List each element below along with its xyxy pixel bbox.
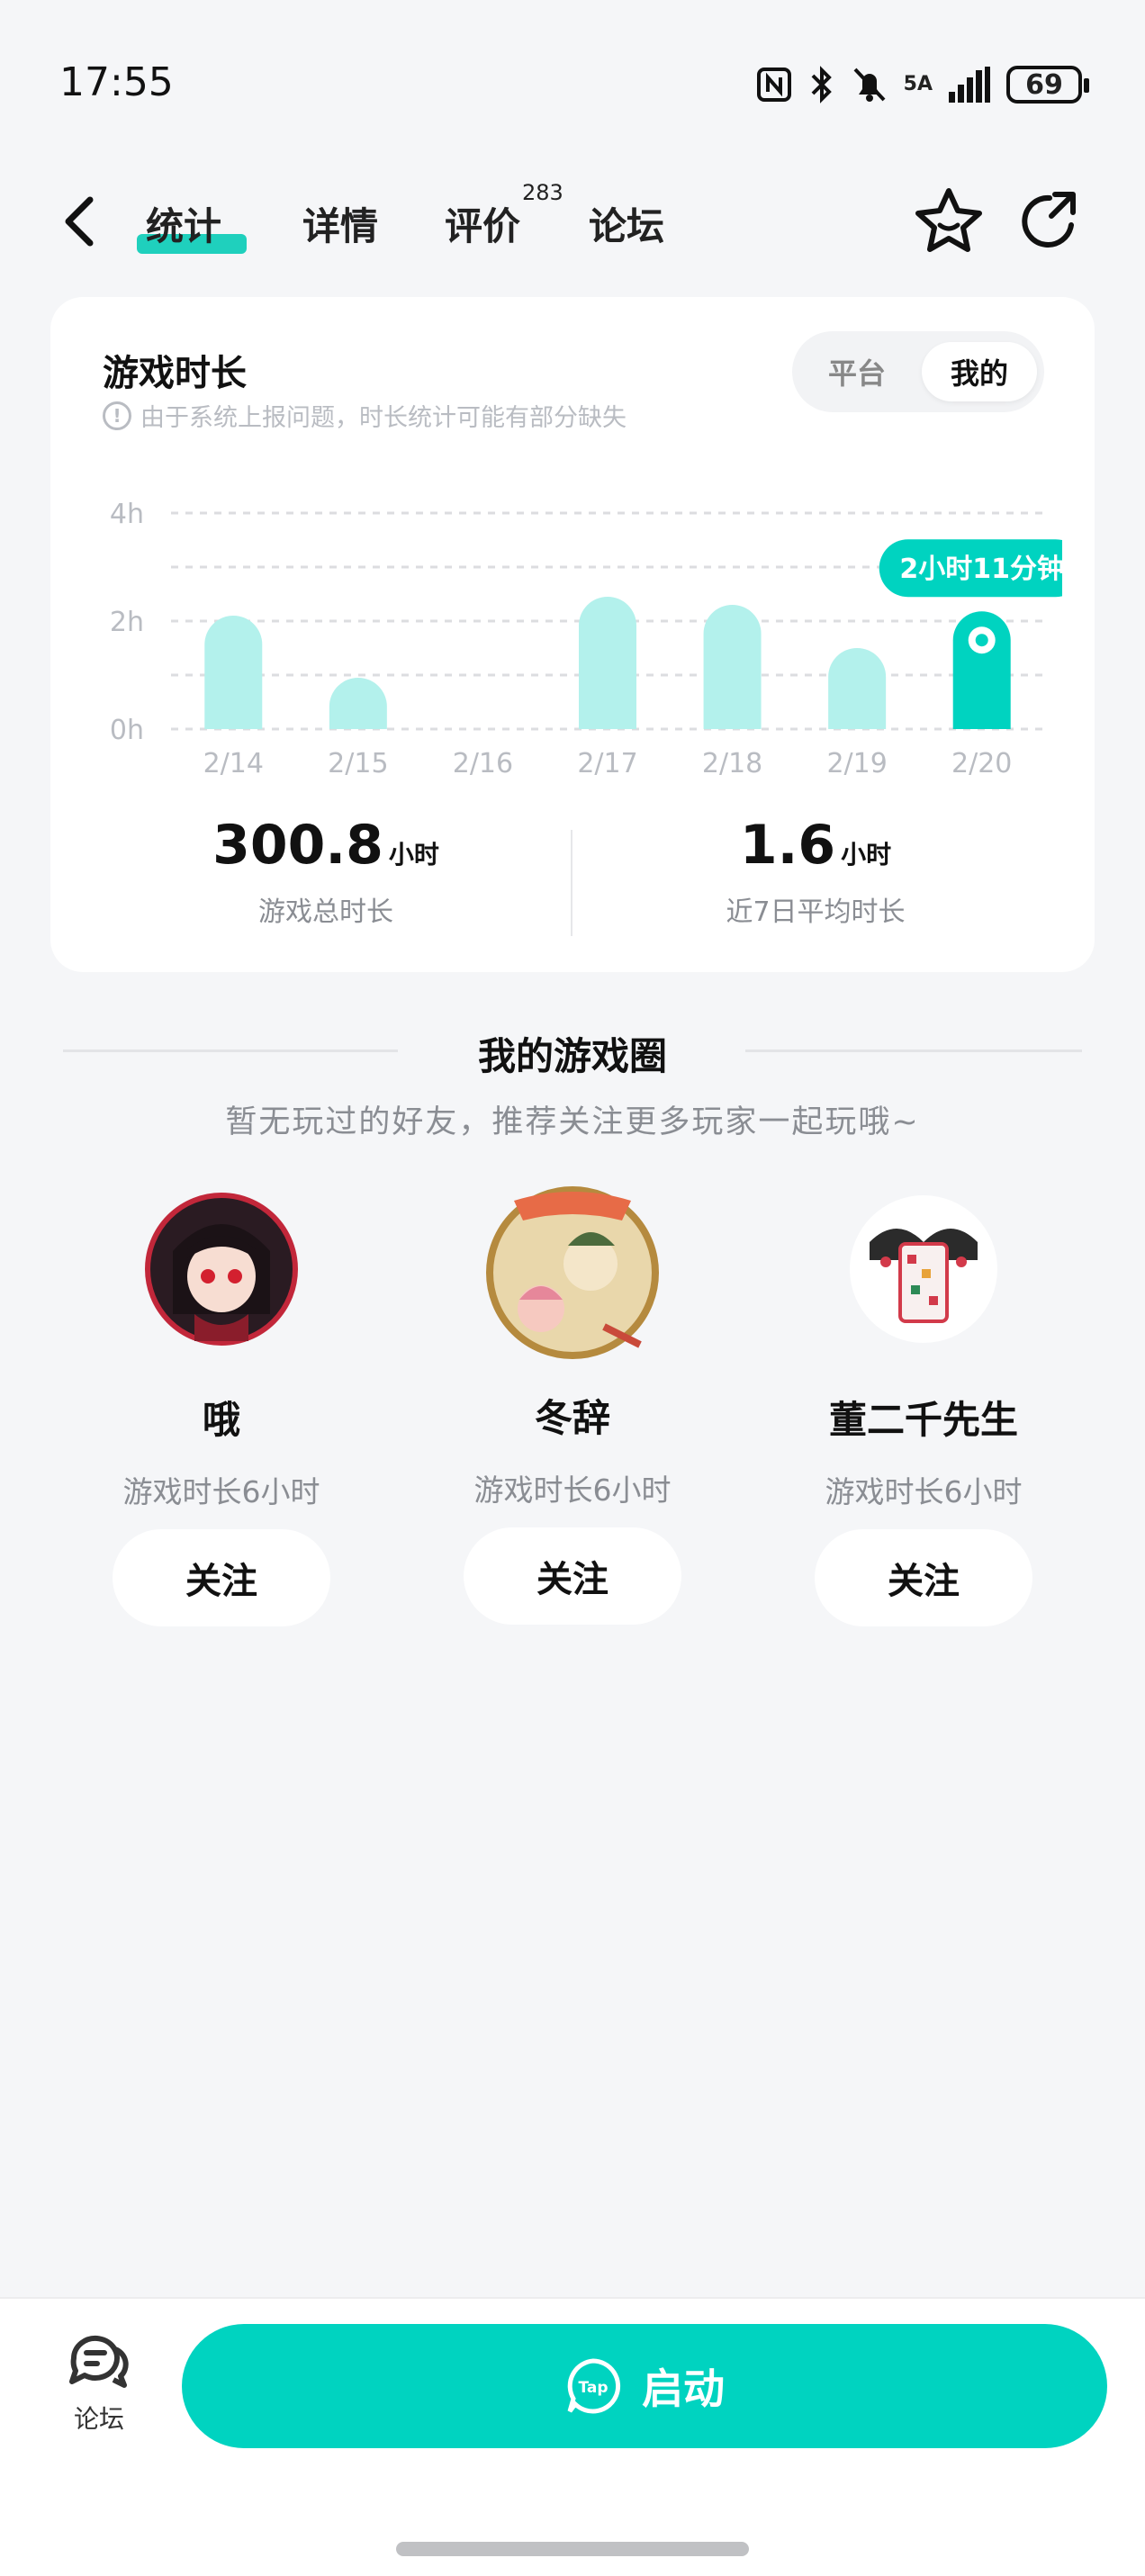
y-tick-label: 0h	[110, 715, 144, 746]
stat-total-label: 游戏总时长	[258, 896, 393, 928]
chart-bar[interactable]	[204, 616, 263, 729]
chart-tooltip-label: 2小时11分钟	[899, 554, 1062, 585]
taptap-logo-text: Tap	[578, 2379, 608, 2397]
back-icon	[65, 196, 94, 247]
bluetooth-icon	[811, 66, 832, 104]
chart-bar[interactable]	[703, 605, 762, 729]
x-tick-label: 2/17	[577, 748, 637, 779]
playtime-note: ! 由于系统上报问题，时长统计可能有部分缺失	[103, 398, 627, 433]
stat-average-unit: 小时	[841, 840, 892, 869]
status-icons: 5A 69	[756, 65, 1089, 104]
friend-playtime: 游戏时长6小时	[825, 1474, 1023, 1509]
x-tick-label: 2/16	[453, 748, 513, 779]
x-tick-label: 2/18	[702, 748, 762, 779]
launch-button[interactable]: Tap 启动	[182, 2324, 1107, 2448]
data-source-toggle: 平台 我的	[792, 331, 1044, 412]
stat-total-unit: 小时	[388, 840, 439, 869]
tab-reviews[interactable]: 评价	[445, 196, 520, 251]
x-tick-label: 2/15	[328, 748, 388, 779]
playtime-note-text: 由于系统上报问题，时长统计可能有部分缺失	[140, 404, 627, 432]
friend-name: 哦	[202, 1398, 240, 1442]
x-tick-label: 2/20	[951, 748, 1012, 779]
follow-button[interactable]: 关注	[464, 1527, 681, 1625]
x-tick-label: 2/14	[203, 748, 264, 779]
nfc-icon	[756, 68, 791, 102]
star-icon	[915, 188, 982, 252]
toggle-platform[interactable]: 平台	[799, 342, 915, 401]
playtime-chart: 0h 2h 4h 2/14 2/15 2/16 2/17 2/18 2/19 2小时11分钟 2/2…	[110, 499, 1062, 779]
share-button[interactable]	[1015, 185, 1087, 257]
status-time: 17:55	[59, 59, 174, 105]
battery-indicator: 69	[1006, 66, 1089, 104]
y-tick-label: 4h	[110, 499, 144, 530]
mute-icon	[853, 68, 886, 102]
toggle-mine[interactable]: 我的	[922, 342, 1037, 401]
friend-name: 冬辞	[534, 1396, 610, 1440]
tab-stats[interactable]: 统计	[146, 196, 221, 251]
network-type: 5A	[903, 73, 933, 95]
stat-divider	[571, 830, 572, 936]
tab-forum[interactable]: 论坛	[589, 196, 664, 251]
forum-label: 论坛	[73, 2404, 124, 2434]
stat-total: 300.8 小时 游戏总时长	[119, 814, 533, 929]
avatar[interactable]	[843, 1188, 1005, 1350]
follow-button[interactable]: 关注	[815, 1529, 1032, 1626]
friend-name: 董二千先生	[828, 1398, 1018, 1442]
follow-button[interactable]: 关注	[113, 1529, 330, 1626]
launch-label: 启动	[642, 2364, 725, 2413]
chart-bar[interactable]	[828, 648, 887, 729]
back-button[interactable]	[54, 193, 108, 250]
friend-card: 冬辞 游戏时长6小时 关注	[437, 1186, 708, 1625]
forum-button[interactable]: 论坛	[54, 2331, 144, 2436]
info-icon: !	[103, 401, 131, 430]
playtime-title: 游戏时长	[103, 353, 247, 394]
taptap-icon: Tap	[567, 2358, 621, 2414]
x-tick-label: 2/19	[826, 748, 887, 779]
stat-average: 1.6 小时 近7日平均时长	[609, 814, 1023, 929]
stat-total-value: 300.8	[212, 814, 383, 877]
friend-card: 哦 游戏时长6小时 关注	[86, 1188, 356, 1626]
share-icon	[1022, 192, 1076, 248]
stat-average-label: 近7日平均时长	[726, 896, 906, 928]
highlight-marker-dot	[975, 634, 988, 647]
game-circle-title: 我的游戏圈	[477, 1034, 667, 1078]
tab-details[interactable]: 详情	[302, 196, 378, 251]
friend-card: 董二千先生 游戏时长6小时 关注	[789, 1188, 1059, 1626]
reviews-count-badge: 283	[522, 180, 563, 205]
chart-bar[interactable]	[579, 597, 636, 729]
signal-icon	[949, 67, 990, 103]
friend-playtime: 游戏时长6小时	[473, 1473, 672, 1508]
chart-bar[interactable]	[329, 678, 387, 729]
home-indicator[interactable]	[396, 2542, 749, 2556]
avatar[interactable]	[478, 1174, 667, 1363]
y-tick-label: 2h	[110, 607, 144, 638]
friend-playtime: 游戏时长6小时	[122, 1474, 320, 1509]
stat-average-value: 1.6	[739, 814, 836, 877]
forum-icon	[69, 2335, 129, 2388]
favorite-button[interactable]	[911, 185, 987, 257]
battery-level: 69	[1025, 68, 1063, 101]
avatar[interactable]	[140, 1188, 302, 1350]
game-circle-subtitle: 暂无玩过的好友，推荐关注更多玩家一起玩哦~	[225, 1104, 920, 1140]
